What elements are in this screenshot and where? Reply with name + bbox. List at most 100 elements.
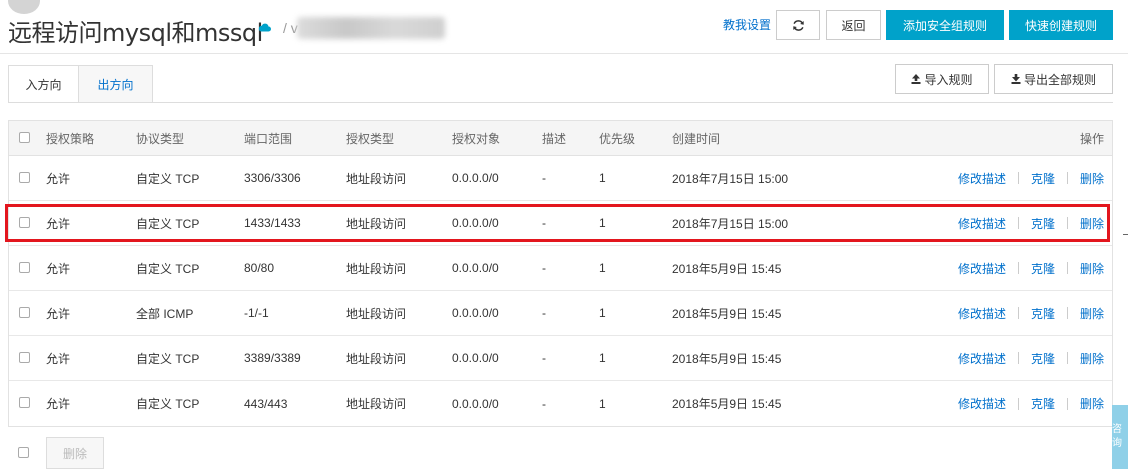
vpc-id: / v [283, 20, 298, 36]
port-cell: 1433/1433 [244, 216, 301, 230]
policy-cell: 允许 [46, 171, 71, 186]
auth-object-cell: 0.0.0.0/0 [452, 306, 499, 320]
table-row: 允许 自定义 TCP 3389/3389 地址段访问 0.0.0.0/0 - 1… [9, 336, 1112, 381]
row-actions: 修改描述 克隆 删除 [958, 336, 1104, 380]
row-actions: 修改描述 克隆 删除 [958, 291, 1104, 335]
refresh-icon [792, 19, 804, 31]
clone-link[interactable]: 克隆 [1031, 395, 1055, 412]
rules-table: 授权策略 协议类型 端口范围 授权类型 授权对象 描述 优先级 创建时间 操作 … [8, 120, 1113, 427]
download-icon [1011, 74, 1021, 84]
clone-link[interactable]: 克隆 [1031, 260, 1055, 277]
batch-delete-button[interactable]: 删除 [46, 437, 104, 469]
title-bar: 远程访问mysql和mssql / v 教我设置 返回 添加安全组规则 快速创建… [0, 0, 1128, 54]
delete-link[interactable]: 删除 [1080, 350, 1104, 367]
auth-type-cell: 地址段访问 [346, 351, 407, 366]
upload-icon [911, 74, 921, 84]
action-divider [1066, 352, 1068, 364]
port-cell: 3306/3306 [244, 171, 301, 185]
description-cell: - [542, 396, 546, 411]
quick-create-rule-button[interactable]: 快速创建规则 [1009, 10, 1113, 40]
delete-link[interactable]: 删除 [1080, 170, 1104, 187]
auth-type-cell: 地址段访问 [346, 261, 407, 276]
delete-link[interactable]: 删除 [1080, 260, 1104, 277]
edit-description-link[interactable]: 修改描述 [958, 215, 1006, 232]
clone-link[interactable]: 克隆 [1031, 215, 1055, 232]
description-cell: - [542, 216, 546, 230]
action-divider [1066, 172, 1068, 184]
table-row: 允许 自定义 TCP 443/443 地址段访问 0.0.0.0/0 - 1 2… [9, 381, 1112, 426]
export-all-rules-label: 导出全部规则 [1023, 72, 1096, 87]
delete-link[interactable]: 删除 [1080, 395, 1104, 412]
row-checkbox[interactable] [19, 397, 30, 408]
tab-inbound[interactable]: 入方向 [8, 65, 79, 103]
priority-cell: 1 [599, 216, 606, 230]
row-checkbox[interactable] [19, 262, 30, 273]
column-header: 操作 [1079, 131, 1104, 146]
cloud-icon [258, 23, 271, 32]
edit-description-link[interactable]: 修改描述 [958, 260, 1006, 277]
column-header: 端口范围 [244, 131, 293, 146]
auth-object-cell: 0.0.0.0/0 [452, 171, 499, 185]
back-button[interactable]: 返回 [826, 10, 881, 40]
column-header: 优先级 [599, 131, 636, 146]
action-divider [1017, 352, 1019, 364]
tutorial-link[interactable]: 教我设置 [723, 16, 771, 33]
priority-cell: 1 [599, 261, 606, 275]
port-cell: 80/80 [244, 261, 275, 275]
import-rules-button[interactable]: 导入规则 [895, 64, 989, 94]
export-all-rules-button[interactable]: 导出全部规则 [994, 64, 1113, 94]
description-cell: - [542, 171, 546, 185]
protocol-cell: 自定义 TCP [136, 397, 200, 411]
table-row: 允许 自定义 TCP 1433/1433 地址段访问 0.0.0.0/0 - 1… [9, 201, 1112, 246]
action-divider [1066, 217, 1068, 229]
vpc-id-redacted [297, 17, 445, 39]
row-checkbox[interactable] [19, 172, 30, 183]
refresh-button[interactable] [776, 10, 820, 40]
tab-outbound[interactable]: 出方向 [78, 65, 153, 103]
auth-type-cell: 地址段访问 [346, 216, 407, 231]
created-time-cell: 2018年5月9日 15:45 [672, 351, 782, 366]
created-time-cell: 2018年5月9日 15:45 [672, 306, 782, 321]
edit-description-link[interactable]: 修改描述 [958, 305, 1006, 322]
auth-type-cell: 地址段访问 [346, 306, 407, 321]
table-header: 授权策略 协议类型 端口范围 授权类型 授权对象 描述 优先级 创建时间 操作 [9, 121, 1112, 156]
import-rules-label: 导入规则 [924, 72, 973, 87]
clone-link[interactable]: 克隆 [1031, 350, 1055, 367]
delete-link[interactable]: 删除 [1080, 305, 1104, 322]
policy-cell: 允许 [46, 351, 71, 366]
policy-cell: 允许 [46, 216, 71, 231]
policy-cell: 允许 [46, 306, 71, 321]
auth-object-cell: 0.0.0.0/0 [452, 351, 499, 365]
row-actions: 修改描述 克隆 删除 [958, 156, 1104, 200]
edge-marker [1123, 234, 1128, 235]
row-checkbox[interactable] [19, 307, 30, 318]
protocol-cell: 自定义 TCP [136, 216, 200, 231]
clone-link[interactable]: 克隆 [1031, 170, 1055, 187]
row-checkbox[interactable] [19, 217, 30, 228]
port-cell: -1/-1 [244, 306, 269, 320]
action-divider [1066, 307, 1068, 319]
add-rule-button[interactable]: 添加安全组规则 [886, 10, 1004, 40]
select-all-checkbox[interactable] [19, 132, 30, 143]
edit-description-link[interactable]: 修改描述 [958, 395, 1006, 412]
created-time-cell: 2018年7月15日 15:00 [672, 216, 789, 231]
policy-cell: 允许 [46, 397, 71, 411]
row-checkbox[interactable] [19, 352, 30, 363]
action-divider [1066, 397, 1068, 410]
consult-float-button[interactable]: 咨询 [1112, 405, 1128, 469]
action-divider [1017, 397, 1019, 410]
edit-description-link[interactable]: 修改描述 [958, 350, 1006, 367]
auth-object-cell: 0.0.0.0/0 [452, 396, 499, 411]
port-cell: 443/443 [244, 396, 288, 411]
protocol-cell: 自定义 TCP [136, 171, 200, 186]
action-divider [1066, 262, 1068, 274]
clone-link[interactable]: 克隆 [1031, 305, 1055, 322]
column-header: 创建时间 [672, 131, 721, 146]
footer-select-all-checkbox[interactable] [18, 447, 29, 458]
policy-cell: 允许 [46, 261, 71, 276]
delete-link[interactable]: 删除 [1080, 215, 1104, 232]
action-divider [1017, 172, 1019, 184]
description-cell: - [542, 306, 546, 320]
edit-description-link[interactable]: 修改描述 [958, 170, 1006, 187]
action-divider [1017, 307, 1019, 319]
